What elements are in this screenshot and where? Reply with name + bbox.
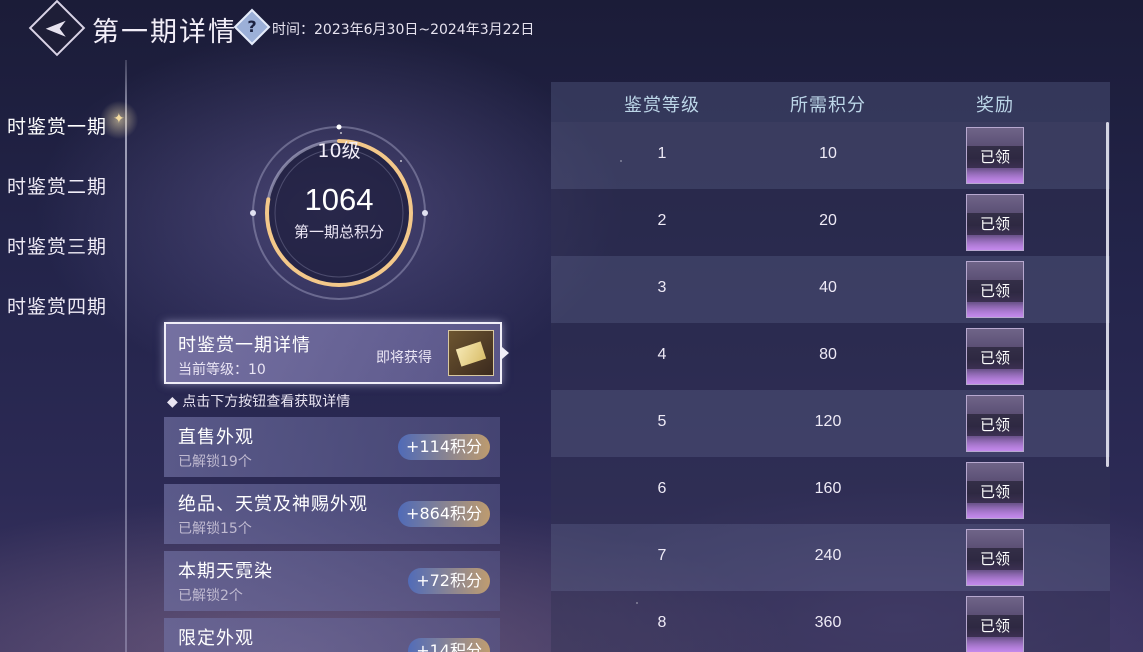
table-row: 8 360 已领 <box>551 591 1110 652</box>
total-score: 1064 <box>304 182 374 217</box>
source-name: 直售外观 <box>178 427 254 448</box>
active-star-icon: ✦ <box>113 111 125 127</box>
row-points: 160 <box>814 480 842 497</box>
claimed-label: 已领 <box>967 615 1023 637</box>
row-points: 120 <box>814 413 842 430</box>
source-points-badge: +114积分 <box>398 434 490 460</box>
header: 第一期详情 ? 时间：2023年6月30日~2024年3月22日 <box>0 0 700 57</box>
row-level: 8 <box>657 614 667 631</box>
page-title: 第一期详情 <box>92 17 237 48</box>
reward-table: 鉴赏等级 所需积分 奖励 1 10 已领 2 20 已领 3 40 已领 4 8… <box>551 82 1110 652</box>
source-points-badge: +864积分 <box>398 501 490 527</box>
claimed-label: 已领 <box>967 414 1023 436</box>
table-row: 5 120 已领 <box>551 390 1110 457</box>
source-card-direct[interactable]: 直售外观 已解锁19个 +114积分 <box>164 417 500 477</box>
total-score-label: 第一期总积分 <box>293 223 384 241</box>
table-row: 6 160 已领 <box>551 457 1110 524</box>
claimed-label: 已领 <box>967 213 1023 235</box>
sidebar-item-period-2[interactable]: 时鉴赏二期 <box>7 172 107 199</box>
source-name: 限定外观 <box>178 628 254 649</box>
detail-title: 时鉴赏一期详情 <box>178 335 311 356</box>
table-scrollbar[interactable] <box>1106 122 1109 467</box>
period-detail-card[interactable]: 时鉴赏一期详情 当前等级：10 即将获得 <box>164 322 502 384</box>
claimed-label: 已领 <box>967 347 1023 369</box>
source-name: 绝品、天赏及神赐外观 <box>178 494 368 515</box>
row-points: 40 <box>819 279 837 296</box>
table-row: 7 240 已领 <box>551 524 1110 591</box>
row-points: 240 <box>814 547 842 564</box>
row-points: 10 <box>819 145 837 162</box>
row-level: 1 <box>657 145 667 162</box>
table-header: 鉴赏等级 所需积分 奖励 <box>551 82 1110 122</box>
claimed-label: 已领 <box>967 146 1023 168</box>
row-level: 6 <box>657 480 667 497</box>
source-unlocked: 已解锁2个 <box>178 588 243 604</box>
reward-item[interactable]: 已领 <box>966 529 1024 586</box>
upcoming-reward-label: 即将获得 <box>376 350 432 366</box>
row-level: 7 <box>657 547 667 564</box>
reward-item[interactable]: 已领 <box>966 127 1024 184</box>
source-points-badge: +72积分 <box>408 568 490 594</box>
sidebar-item-period-4[interactable]: 时鉴赏四期 <box>7 292 107 319</box>
row-level: 3 <box>657 279 667 296</box>
reward-item[interactable]: 已领 <box>966 462 1024 519</box>
row-level: 2 <box>657 212 667 229</box>
progress-ring: 10级 1064 第一期总积分 <box>244 118 434 308</box>
reward-item[interactable]: 已领 <box>966 596 1024 652</box>
level-text: 10级 <box>317 140 361 162</box>
claimed-label: 已领 <box>967 280 1023 302</box>
hint-text: ◆ 点击下方按钮查看获取详情 <box>167 394 351 410</box>
table-row: 2 20 已领 <box>551 189 1110 256</box>
source-card-dye[interactable]: 本期天霓染 已解锁2个 +72积分 <box>164 551 500 611</box>
row-points: 80 <box>819 346 837 363</box>
column-header-level: 鉴赏等级 <box>624 95 700 116</box>
row-points: 360 <box>814 614 842 631</box>
column-header-reward: 奖励 <box>976 95 1014 116</box>
back-button[interactable] <box>28 0 86 57</box>
current-level: 当前等级：10 <box>178 362 266 378</box>
upcoming-reward-icon[interactable] <box>448 330 494 376</box>
table-row: 1 10 已领 <box>551 122 1110 189</box>
help-icon[interactable]: ? <box>233 8 271 46</box>
source-name: 本期天霓染 <box>178 561 273 582</box>
column-header-points: 所需积分 <box>790 95 866 116</box>
detail-pointer-icon <box>502 347 509 359</box>
row-level: 4 <box>657 346 667 363</box>
period-time: 时间：2023年6月30日~2024年3月22日 <box>272 22 535 38</box>
claimed-label: 已领 <box>967 481 1023 503</box>
sidebar-item-period-1[interactable]: 时鉴赏一期 <box>7 112 107 139</box>
reward-item[interactable]: 已领 <box>966 194 1024 251</box>
claimed-label: 已领 <box>967 548 1023 570</box>
source-unlocked: 已解锁15个 <box>178 521 252 537</box>
sidebar-item-period-3[interactable]: 时鉴赏三期 <box>7 232 107 259</box>
reward-item[interactable]: 已领 <box>966 395 1024 452</box>
row-points: 20 <box>819 212 837 229</box>
row-level: 5 <box>657 413 667 430</box>
reward-item[interactable]: 已领 <box>966 328 1024 385</box>
source-card-premium[interactable]: 绝品、天赏及神赐外观 已解锁15个 +864积分 <box>164 484 500 544</box>
source-points-badge: +14积分 <box>408 638 490 652</box>
reward-item[interactable]: 已领 <box>966 261 1024 318</box>
source-unlocked: 已解锁19个 <box>178 454 252 470</box>
back-arrow-icon <box>45 20 66 37</box>
source-card-limited[interactable]: 限定外观 +14积分 <box>164 618 500 652</box>
table-row: 3 40 已领 <box>551 256 1110 323</box>
table-row: 4 80 已领 <box>551 323 1110 390</box>
sidebar-divider <box>125 60 127 652</box>
